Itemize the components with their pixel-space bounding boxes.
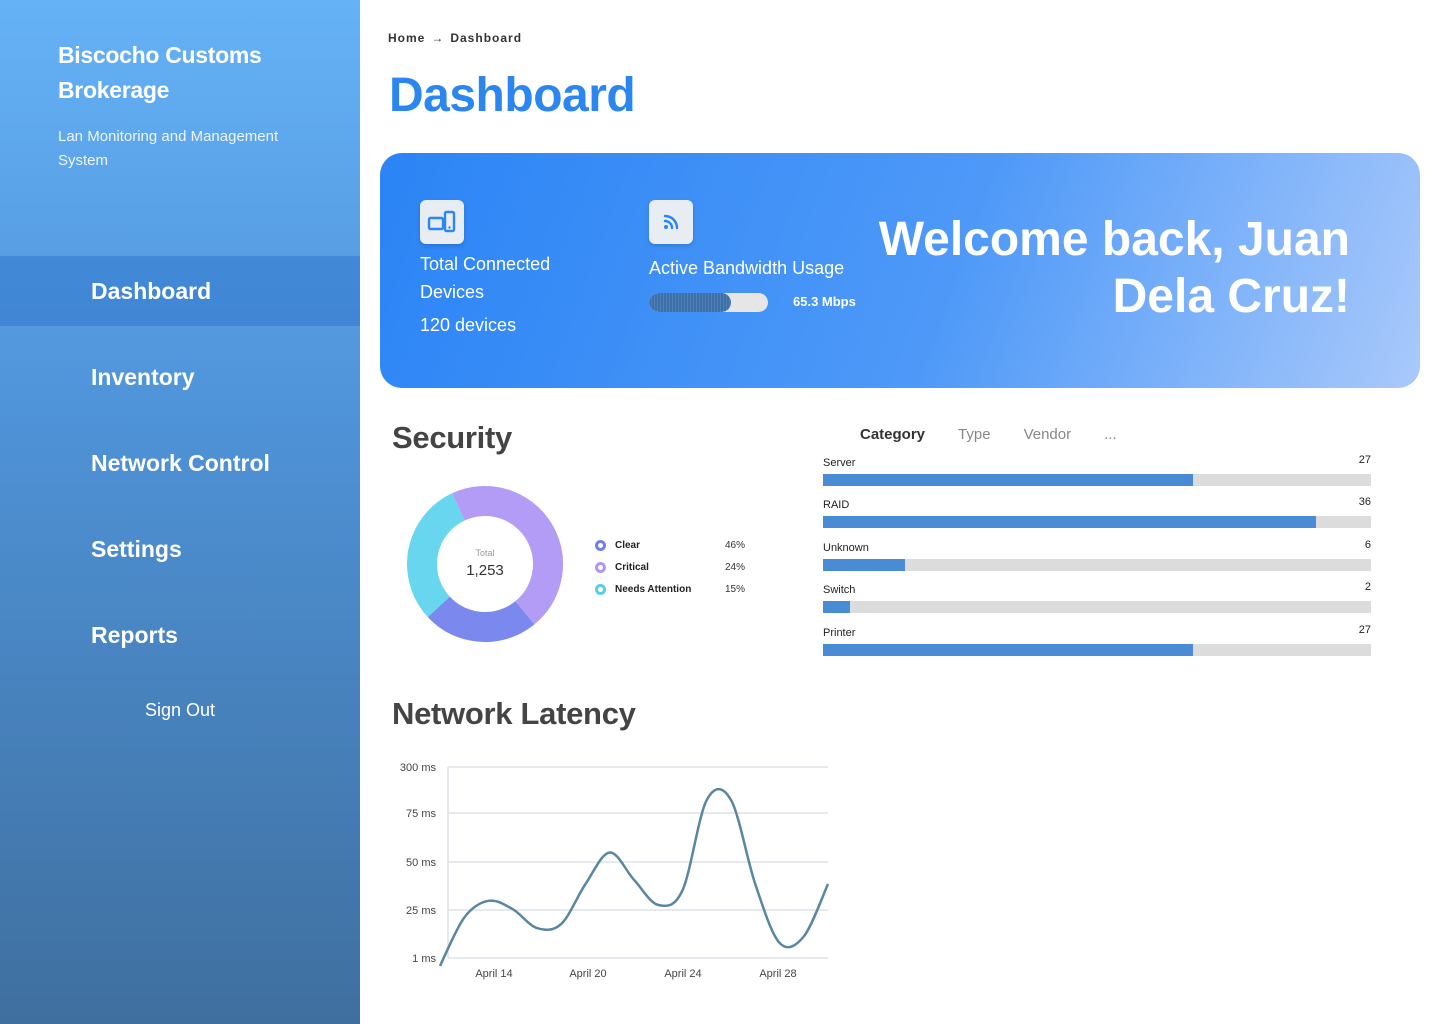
bar-track [823,516,1371,529]
y-tick-label: 75 ms [406,808,436,820]
bar-row: Switch 2 [823,581,1371,623]
bandwidth-progress-fill [649,293,732,312]
bar-fill [823,516,1317,529]
bar-count: 27 [1358,454,1371,466]
bar-count: 36 [1358,496,1371,509]
sidebar-item-dashboard[interactable]: Dashboard [0,255,360,327]
bandwidth-label: Active Bandwidth Usage [649,258,845,278]
legend-pct: 15% [724,583,745,595]
inventory-bar-chart: Server 27 RAID 36 Unknown 6 Switch 2 Printer 27 [823,454,1371,666]
bar-row: Unknown 6 [823,539,1371,581]
legend-item-clear: Clear 46% [595,534,755,556]
bar-track [823,474,1371,486]
bar-row: Printer 27 [823,624,1371,666]
bar-label: Server [823,457,856,469]
bar-label: RAID [823,499,850,512]
x-tick-label: April 14 [475,968,512,980]
bandwidth-progress [649,293,768,312]
y-tick-label: 50 ms [406,857,436,869]
latency-title: Network Latency [392,696,636,731]
donut-total-label: Total [475,548,494,558]
legend-label: Needs Attention [615,583,692,595]
y-tick-label: 25 ms [406,905,436,917]
tab-type[interactable]: Type [958,426,991,443]
bar-fill [823,558,906,571]
bar-fill [823,474,1193,486]
bar-track [823,601,1371,614]
legend-item-needs-attention: Needs Attention 15% [595,578,755,600]
x-tick-label: April 20 [569,968,606,980]
welcome-message: Welcome back, Juan Dela Cruz! [878,213,1350,323]
y-tick-label: 1 ms [412,953,436,965]
security-legend: Clear 46% Critical 24% Needs Attention 1… [595,534,755,600]
bar-track [823,643,1371,656]
wifi-icon [649,200,693,244]
legend-label: Critical [615,561,649,573]
brand-subtitle: Lan Monitoring and Management System [58,128,279,169]
legend-dot [595,539,606,551]
devices-value: 120 devices [420,315,517,335]
legend-pct: 24% [724,561,745,573]
arrow-right-icon: → [431,31,445,45]
bar-fill [823,601,851,614]
page-title: Dashboard [389,69,636,122]
security-donut-chart: Total 1,253 [405,484,565,644]
latency-series-line [438,787,830,967]
breadcrumb-home[interactable]: Home [388,31,425,45]
x-tick-label: April 28 [759,968,796,980]
devices-icon [420,200,464,244]
x-tick-label: April 24 [664,968,701,980]
legend-dot [595,583,606,595]
bar-count: 6 [1364,538,1371,551]
tab-category[interactable]: Category [860,426,925,443]
bar-fill [823,643,1193,656]
legend-item-critical: Critical 24% [595,556,755,578]
latency-line-chart: 1 ms 25 ms 50 ms 75 ms 300 ms April 14 April 2… [388,755,838,985]
inventory-tabs: Category Type Vendor ... [860,426,1150,443]
bar-track [823,558,1371,571]
bar-count: 2 [1364,581,1371,594]
y-tick-label: 300 ms [400,762,437,774]
bar-row: Server 27 [823,454,1371,496]
security-title: Security [392,420,512,455]
devices-label: Total Connected Devices [420,254,551,302]
donut-total-value: 1,253 [466,562,504,579]
legend-label: Clear [615,539,641,551]
bar-count: 27 [1358,623,1371,636]
legend-dot [595,561,606,573]
bar-label: Printer [823,626,856,639]
tab-vendor[interactable]: Vendor [1024,426,1072,443]
sidebar-item-settings[interactable]: Settings [0,513,360,585]
sidebar: Biscocho Customs Brokerage Lan Monitorin… [0,0,360,1024]
tab-more[interactable]: ... [1104,426,1117,443]
breadcrumb: Home → Dashboard [388,31,522,45]
sign-out-button[interactable]: Sign Out [0,700,360,721]
sidebar-item-inventory[interactable]: Inventory [0,341,360,413]
sidebar-item-reports[interactable]: Reports [0,599,360,671]
sidebar-item-network-control[interactable]: Network Control [0,427,360,499]
bar-label: Switch [823,584,856,597]
brand-name: Biscocho Customs Brokerage [58,42,262,103]
welcome-banner: Total Connected Devices 120 devices Acti… [380,153,1420,388]
bar-label: Unknown [823,541,869,554]
legend-pct: 46% [724,539,745,551]
bar-row: RAID 36 [823,496,1371,538]
breadcrumb-current: Dashboard [450,31,523,45]
